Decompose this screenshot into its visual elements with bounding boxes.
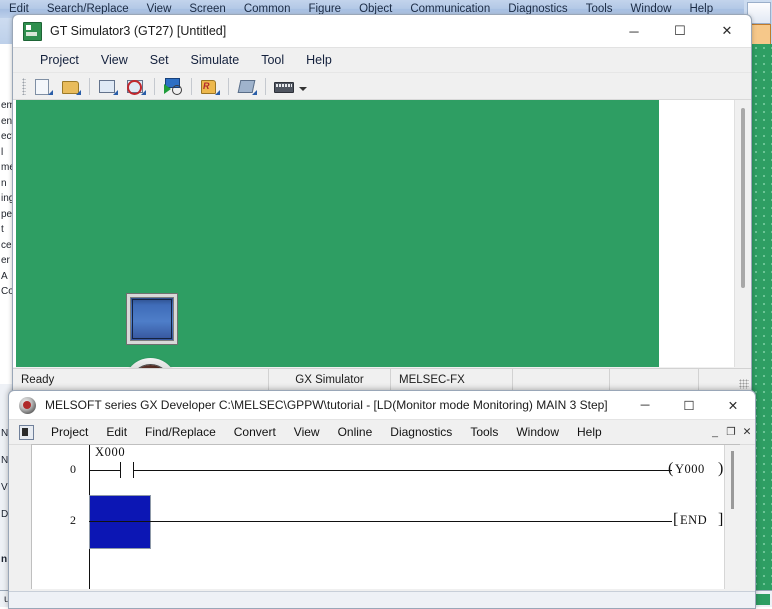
- end-close-bracket-icon: ]: [718, 511, 724, 528]
- stop-simulation-icon[interactable]: [123, 74, 149, 98]
- start-simulation-icon[interactable]: [160, 74, 186, 98]
- gt-simulator-icon: [23, 21, 42, 41]
- ladder-contact-device-x000[interactable]: X000: [95, 445, 125, 460]
- gt-simulator-close-button[interactable]: ✕: [703, 16, 751, 47]
- gt-simulator-vertical-scrollbar[interactable]: [734, 100, 751, 367]
- coil-close-paren-icon: ): [718, 460, 724, 477]
- ladder-step-number-2: 2: [70, 513, 76, 527]
- gxd-menu-diagnostics[interactable]: Diagnostics: [381, 420, 461, 444]
- gts-menu-view[interactable]: View: [90, 48, 139, 72]
- toolbar-overflow-icon[interactable]: [298, 75, 308, 97]
- gt-simulator-maximize-button[interactable]: ☐: [657, 16, 703, 47]
- gx-developer-icon: [19, 396, 36, 414]
- gts-menu-project[interactable]: Project: [29, 48, 90, 72]
- keyboard-icon[interactable]: [271, 74, 297, 98]
- read-project-icon[interactable]: R: [197, 74, 223, 98]
- open-project-icon[interactable]: [30, 74, 56, 98]
- gt-simulator-menubar[interactable]: Project View Set Simulate Tool Help: [13, 48, 751, 73]
- gx-developer-bottom-bar: [9, 591, 755, 608]
- gts-menu-set[interactable]: Set: [139, 48, 180, 72]
- ladder-edit-cursor[interactable]: [89, 495, 151, 549]
- gt-simulator-minimize-button[interactable]: ─: [611, 16, 657, 47]
- gts-menu-simulate[interactable]: Simulate: [180, 48, 251, 72]
- toolbar-separator-3: [191, 77, 192, 95]
- gxd-menu-window[interactable]: Window: [507, 420, 568, 444]
- settings-icon[interactable]: [234, 74, 260, 98]
- ladder-wire-0-right: [134, 470, 672, 471]
- mdi-minimize-button[interactable]: _: [707, 422, 723, 442]
- gt-simulator-screen[interactable]: [16, 100, 659, 391]
- coil-open-paren-icon: (: [668, 460, 674, 477]
- gxd-menu-tools[interactable]: Tools: [461, 420, 507, 444]
- gts-status-cell-1: [512, 369, 609, 391]
- gx-developer-close-button[interactable]: ✕: [711, 392, 755, 419]
- gx-developer-minimize-button[interactable]: ─: [623, 392, 667, 419]
- screen-icon[interactable]: [95, 74, 121, 98]
- gt-simulator-titlebar[interactable]: GT Simulator3 (GT27) [Untitled] ─ ☐ ✕: [13, 15, 751, 48]
- gxd-menu-convert[interactable]: Convert: [225, 420, 285, 444]
- gxd-menu-project[interactable]: Project: [42, 420, 97, 444]
- gx-developer-title-text: MELSOFT series GX Developer C:\MELSEC\GP…: [45, 398, 608, 412]
- toolbar-separator-4: [228, 77, 229, 95]
- toolbar-separator-5: [265, 77, 266, 95]
- gts-status-message: Ready: [21, 374, 55, 386]
- gx-developer-document-icon: [19, 424, 34, 440]
- ladder-wire-2: [89, 521, 672, 522]
- ladder-diagram-canvas[interactable]: 0 X000 Y000 ( ) 2 END [ ]: [31, 444, 740, 589]
- gts-status-cell-2: [609, 369, 698, 391]
- gx-developer-titlebar[interactable]: MELSOFT series GX Developer C:\MELSEC\GP…: [9, 391, 755, 420]
- gxd-menu-online[interactable]: Online: [329, 420, 382, 444]
- mdi-close-button[interactable]: ✕: [739, 422, 755, 442]
- gts-status-plc-type: MELSEC-FX: [390, 369, 512, 391]
- open-folder-icon[interactable]: [58, 74, 84, 98]
- ladder-inner: 0 X000 Y000 ( ) 2 END [ ]: [32, 445, 740, 589]
- end-open-bracket-icon: [: [673, 511, 679, 528]
- contact-bar-left-icon: [120, 462, 121, 478]
- toolbar-separator-1: [89, 77, 90, 95]
- toolbar-separator-2: [154, 77, 155, 95]
- gxd-menu-edit[interactable]: Edit: [97, 420, 136, 444]
- gxd-menu-find-replace[interactable]: Find/Replace: [136, 420, 225, 444]
- ladder-scroll-thumb[interactable]: [731, 451, 734, 509]
- gt-simulator-title-text: GT Simulator3 (GT27) [Untitled]: [50, 24, 227, 38]
- gt-simulator-window[interactable]: GT Simulator3 (GT27) [Untitled] ─ ☐ ✕ Pr…: [12, 14, 752, 392]
- gt-simulator-body: [13, 100, 751, 391]
- mdi-restore-button[interactable]: ❐: [723, 422, 739, 442]
- ladder-vertical-scrollbar[interactable]: [724, 445, 740, 589]
- gt-simulator-toolbar[interactable]: R: [13, 73, 751, 100]
- gt-simulator-scroll-thumb[interactable]: [741, 108, 745, 288]
- gxd-menu-help[interactable]: Help: [568, 420, 611, 444]
- toolbar-grip[interactable]: [22, 77, 26, 95]
- ladder-step-number-0: 0: [70, 462, 76, 476]
- gt-simulator-status-bar: Ready GX Simulator MELSEC-FX: [13, 368, 751, 391]
- gts-status-connection: GX Simulator: [268, 369, 390, 391]
- gx-developer-menubar[interactable]: Project Edit Find/Replace Convert View O…: [9, 420, 755, 445]
- ladder-end-instruction[interactable]: END: [680, 513, 707, 528]
- gxd-menu-view[interactable]: View: [285, 420, 329, 444]
- gts-menu-tool[interactable]: Tool: [250, 48, 295, 72]
- ladder-wire-0-left: [89, 470, 120, 471]
- gt-simulator-resize-grip[interactable]: [739, 379, 749, 389]
- gts-menu-help[interactable]: Help: [295, 48, 343, 72]
- ladder-coil-device-y000[interactable]: Y000: [675, 462, 705, 477]
- gx-developer-window[interactable]: MELSOFT series GX Developer C:\MELSEC\GP…: [8, 390, 756, 609]
- switch-object[interactable]: [127, 294, 177, 344]
- gx-developer-maximize-button[interactable]: ☐: [667, 392, 711, 419]
